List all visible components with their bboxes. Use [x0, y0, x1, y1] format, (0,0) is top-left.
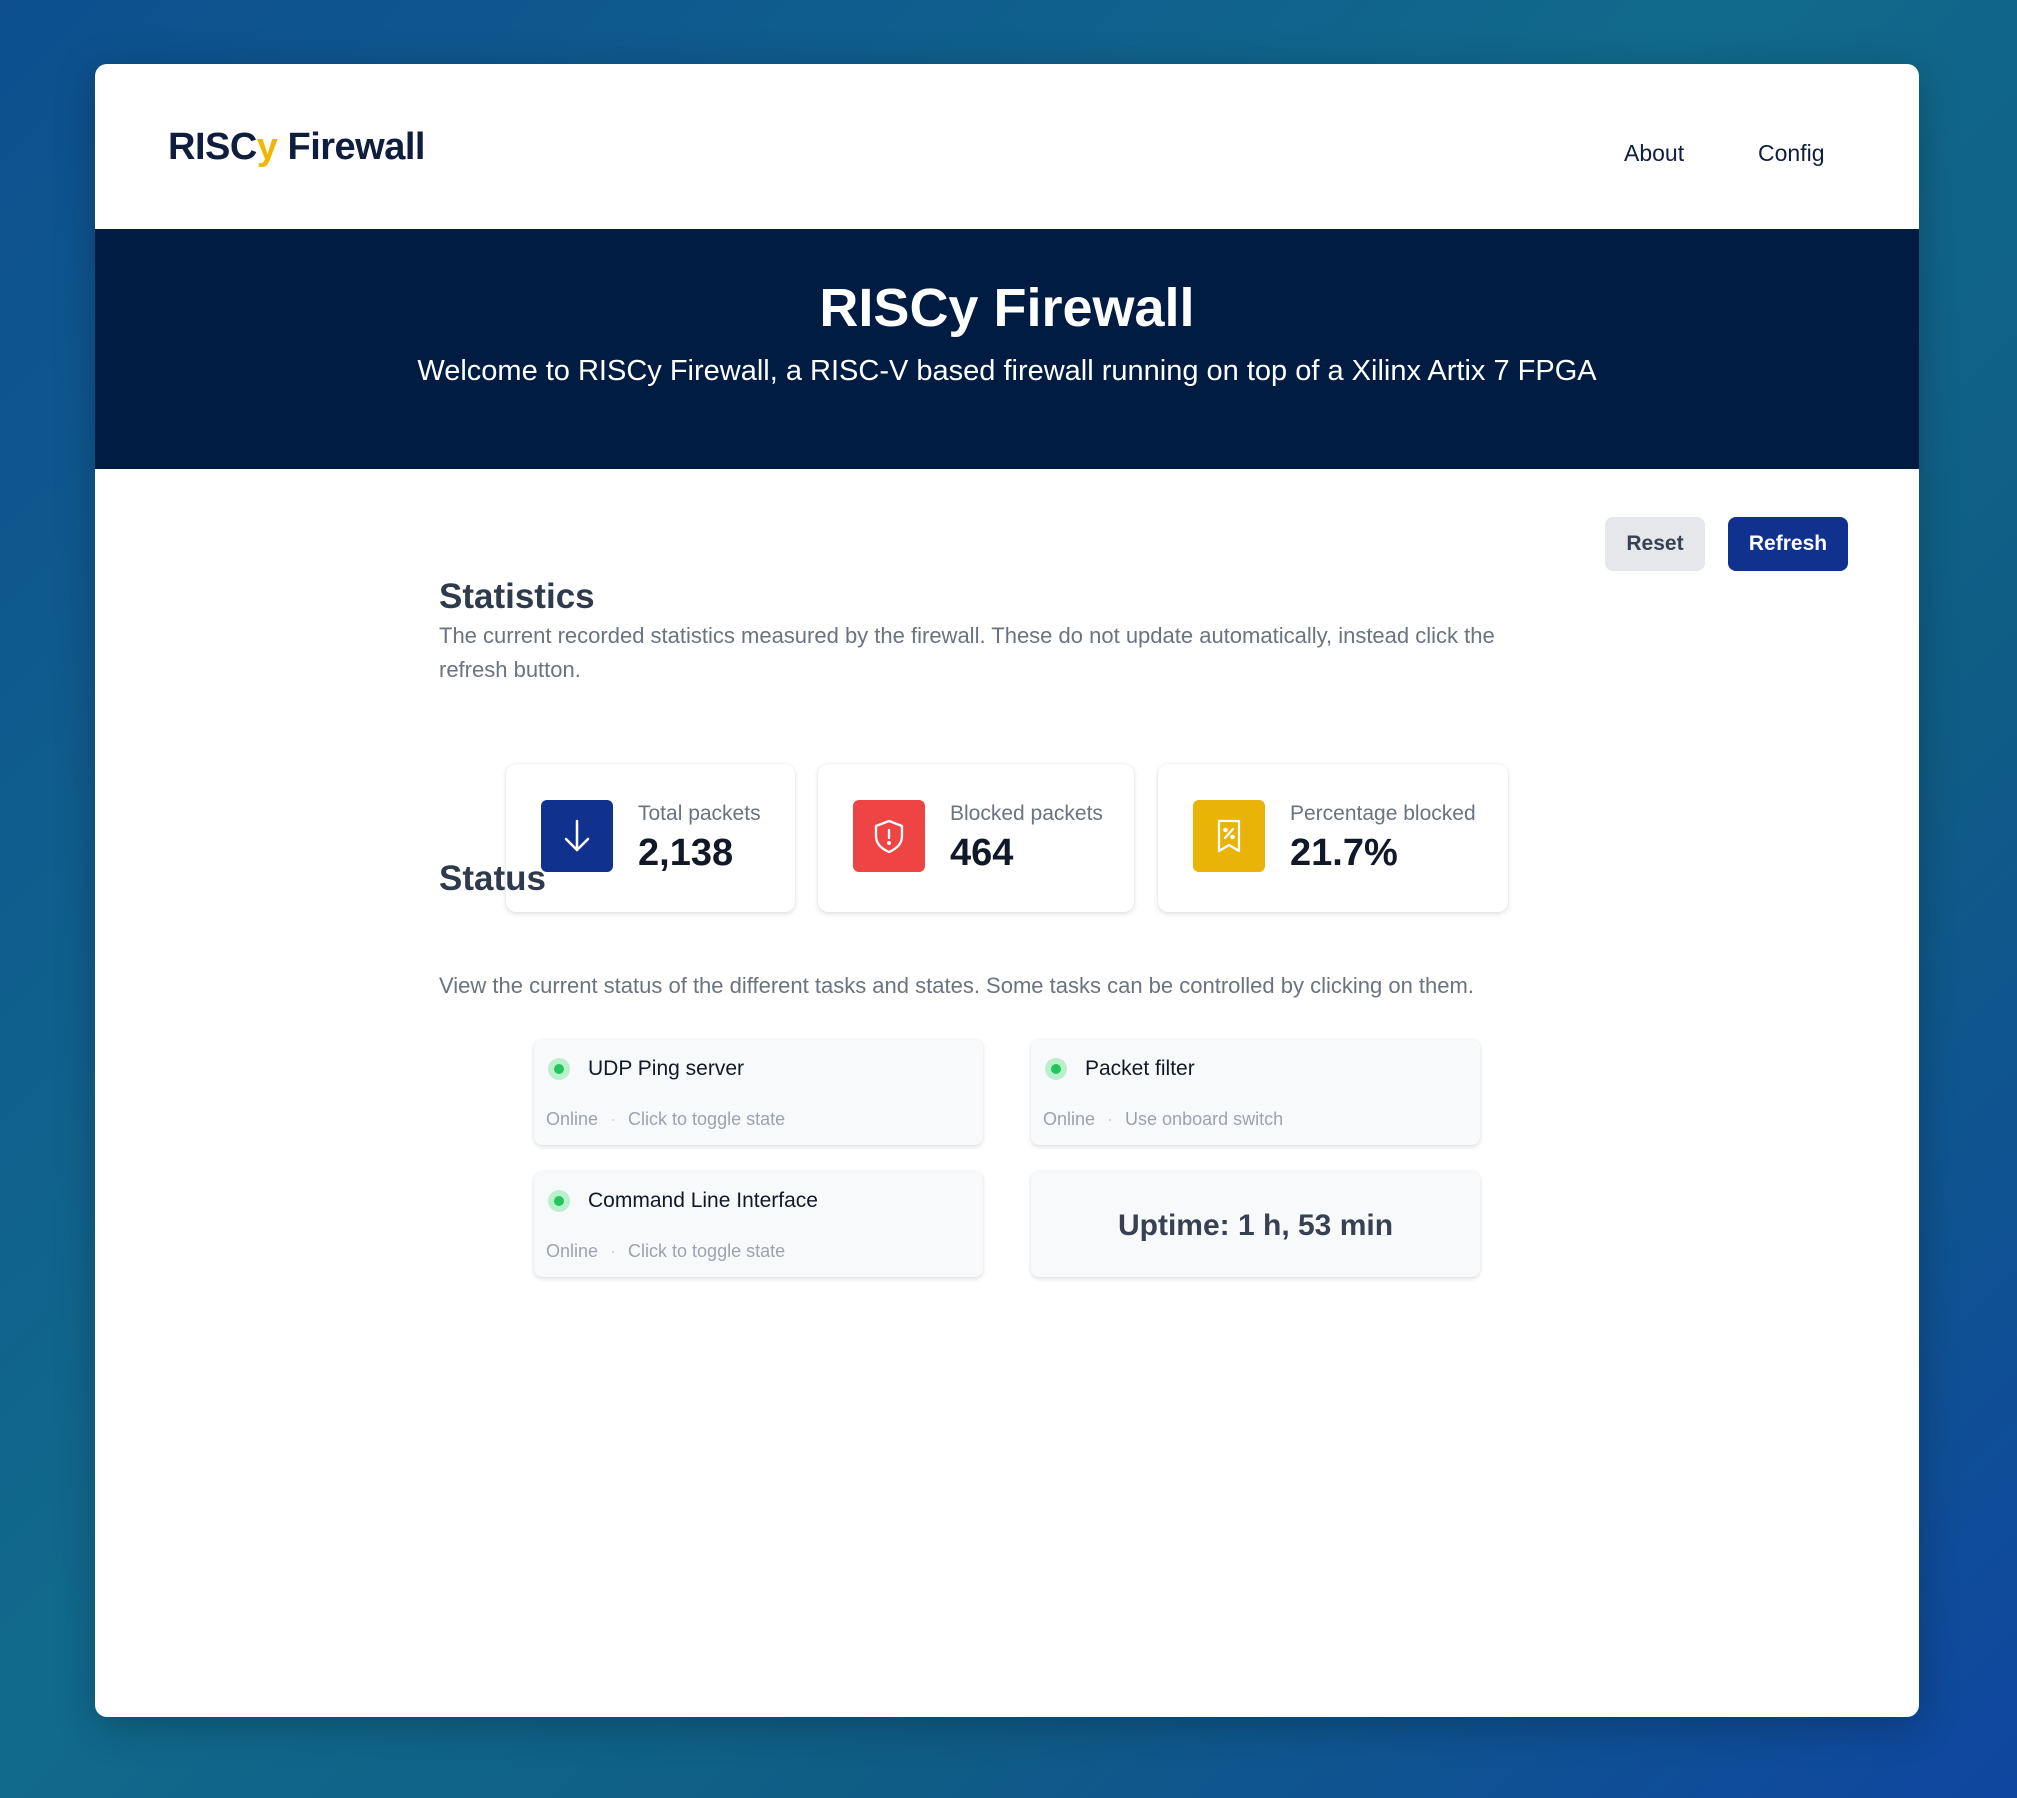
task-hint: Click to toggle state: [628, 1241, 786, 1261]
reset-button[interactable]: Reset: [1605, 517, 1705, 571]
separator-dot: ·: [610, 1241, 617, 1261]
stat-label: Percentage blocked: [1290, 802, 1476, 825]
task-name: Command Line Interface: [588, 1189, 818, 1212]
nav-link-config[interactable]: Config: [1758, 140, 1824, 167]
logo[interactable]: RISCy Firewall: [168, 126, 425, 169]
receipt-percent-icon: [1193, 800, 1265, 872]
statistics-description: The current recorded statistics measured…: [439, 623, 1495, 682]
task-name: Packet filter: [1085, 1057, 1195, 1080]
statistics-title: Statistics: [439, 577, 595, 616]
stat-card-percentage-blocked: Percentage blocked 21.7%: [1158, 764, 1508, 912]
task-meta: Online · Click to toggle state: [546, 1241, 785, 1262]
online-indicator: [548, 1058, 570, 1080]
uptime-text: Uptime: 1 h, 53 min: [1117, 1209, 1394, 1242]
task-state: Online: [546, 1241, 599, 1261]
task-hint: Use onboard switch: [1125, 1109, 1284, 1129]
separator-dot: ·: [610, 1109, 617, 1129]
hero-title: RISCy Firewall: [819, 278, 1195, 338]
uptime-card: Uptime: 1 h, 53 min: [1031, 1171, 1480, 1277]
stat-label: Blocked packets: [950, 802, 1103, 825]
task-meta: Online · Use onboard switch: [1043, 1109, 1283, 1130]
navbar: RISCy Firewall About Config: [95, 64, 1919, 229]
stat-card-blocked-packets: Blocked packets 464: [818, 764, 1134, 912]
logo-accent: y: [256, 126, 278, 168]
status-card-udp-ping-server[interactable]: UDP Ping server Online · Click to toggle s…: [534, 1039, 983, 1145]
logo-prefix: RISC: [168, 126, 257, 168]
task-name: UDP Ping server: [588, 1057, 745, 1080]
arrow-down-icon: [541, 800, 613, 872]
nav-link-about[interactable]: About: [1624, 140, 1684, 167]
stat-value: 21.7%: [1290, 832, 1398, 874]
hero-subtitle: Welcome to RISCy Firewall, a RISC-V base…: [417, 355, 1597, 387]
online-indicator: [1045, 1058, 1067, 1080]
stat-card-total-packets: Total packets 2,138: [506, 764, 795, 912]
online-indicator: [548, 1190, 570, 1212]
task-state: Online: [1043, 1109, 1096, 1129]
app-window: RISCy Firewall About Config RISCy Firewa…: [95, 64, 1919, 1717]
task-meta: Online · Click to toggle state: [546, 1109, 785, 1130]
status-description: View the current status of the different…: [439, 973, 1474, 998]
separator-dot: ·: [1107, 1109, 1114, 1129]
refresh-button[interactable]: Refresh: [1728, 517, 1848, 571]
stat-value: 464: [950, 832, 1014, 874]
status-title: Status: [439, 859, 546, 898]
shield-alert-icon: [853, 800, 925, 872]
task-hint: Click to toggle state: [628, 1109, 786, 1129]
task-state: Online: [546, 1109, 599, 1129]
logo-suffix: Firewall: [277, 126, 425, 168]
hero-banner: RISCy Firewall Welcome to RISCy Firewall…: [95, 229, 1919, 469]
status-card-command-line-interface[interactable]: Command Line Interface Online · Click to t…: [534, 1171, 983, 1277]
status-card-packet-filter: Packet filter Online · Use onboard switch: [1031, 1039, 1480, 1145]
stat-label: Total packets: [638, 802, 761, 825]
stat-value: 2,138: [638, 832, 734, 874]
